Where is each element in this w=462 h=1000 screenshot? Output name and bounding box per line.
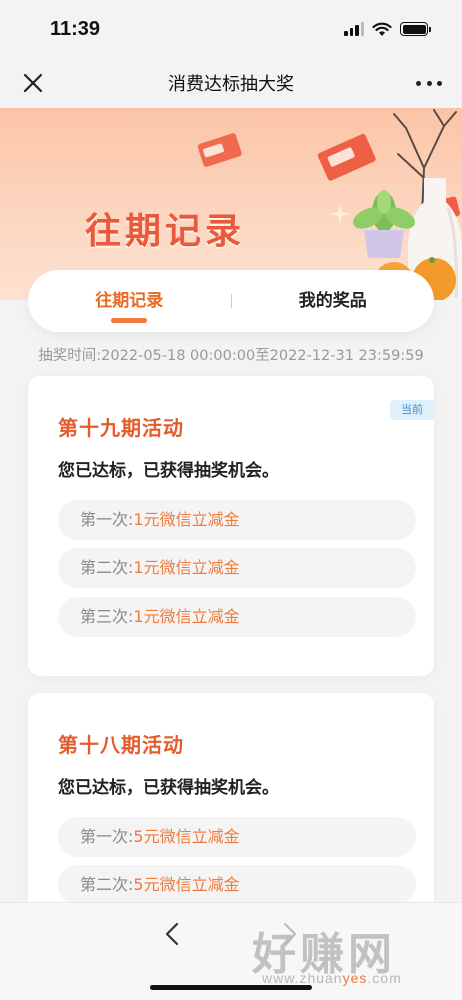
more-options-icon[interactable] xyxy=(416,70,442,96)
prize-row[interactable]: 第二次:1元微信立减金 xyxy=(58,548,416,588)
back-arrow-icon[interactable] xyxy=(160,921,186,947)
tab-label: 往期记录 xyxy=(95,291,164,311)
prize-row[interactable]: 第三次:1元微信立减金 xyxy=(58,597,416,637)
watermark-url-prefix: www.zhuan xyxy=(262,970,343,986)
status-time: 11:39 xyxy=(50,17,101,40)
banner-title: 往期记录 xyxy=(84,211,245,252)
tab-active-indicator xyxy=(111,318,148,323)
page-title: 消费达标抽大奖 xyxy=(168,74,294,95)
activity-status: 您已达标，已获得抽奖机会。 xyxy=(58,778,279,798)
status-icons xyxy=(344,22,431,37)
draw-time-range: 抽奖时间:2022-05-18 00:00:00至2022-12-31 23:5… xyxy=(38,348,424,364)
prize-value: 1元微信立减金 xyxy=(133,607,240,626)
watermark-url-highlight: yes xyxy=(342,970,368,986)
activity-title: 第十八期活动 xyxy=(58,733,184,757)
red-envelope-icon xyxy=(197,133,242,167)
prize-value: 5元微信立减金 xyxy=(133,875,240,894)
tab-bar: 往期记录 我的奖品 xyxy=(28,270,434,332)
watermark: 好赚网 www.zhuanyes.com xyxy=(252,918,452,988)
status-bar: 11:39 xyxy=(0,0,462,58)
prize-value: 1元微信立减金 xyxy=(133,510,240,529)
prize-value: 5元微信立减金 xyxy=(133,827,240,846)
current-badge: 当前 xyxy=(390,400,434,420)
wifi-icon xyxy=(372,22,392,36)
prize-value: 1元微信立减金 xyxy=(133,558,240,577)
prize-label: 第一次: xyxy=(80,827,134,846)
tab-label: 我的奖品 xyxy=(298,291,367,311)
prize-row[interactable]: 第一次:5元微信立减金 xyxy=(58,817,416,857)
tab-past-records[interactable]: 往期记录 xyxy=(28,270,231,332)
battery-icon xyxy=(400,22,431,36)
prize-label: 第一次: xyxy=(80,510,134,529)
prize-label: 第二次: xyxy=(80,558,134,577)
activity-title: 第十九期活动 xyxy=(58,416,184,440)
sparkle-icon xyxy=(330,204,350,224)
prize-label: 第二次: xyxy=(80,875,134,894)
prize-label: 第三次: xyxy=(80,607,134,626)
activity-status: 您已达标，已获得抽奖机会。 xyxy=(58,461,279,481)
tab-my-prizes[interactable]: 我的奖品 xyxy=(232,270,435,332)
watermark-url: www.zhuanyes.com xyxy=(262,970,402,986)
plant-icon xyxy=(353,190,415,258)
close-icon[interactable] xyxy=(20,70,46,96)
red-envelope-icon xyxy=(318,134,376,181)
cellular-signal-icon xyxy=(344,22,364,36)
prize-row[interactable]: 第一次:1元微信立减金 xyxy=(58,500,416,540)
watermark-url-suffix: .com xyxy=(367,970,402,986)
nav-bar: 消费达标抽大奖 xyxy=(0,58,462,108)
prize-row[interactable]: 第二次:5元微信立减金 xyxy=(58,865,416,905)
activity-card: 当前 第十九期活动 您已达标，已获得抽奖机会。 第一次:1元微信立减金 第二次:… xyxy=(28,376,434,676)
